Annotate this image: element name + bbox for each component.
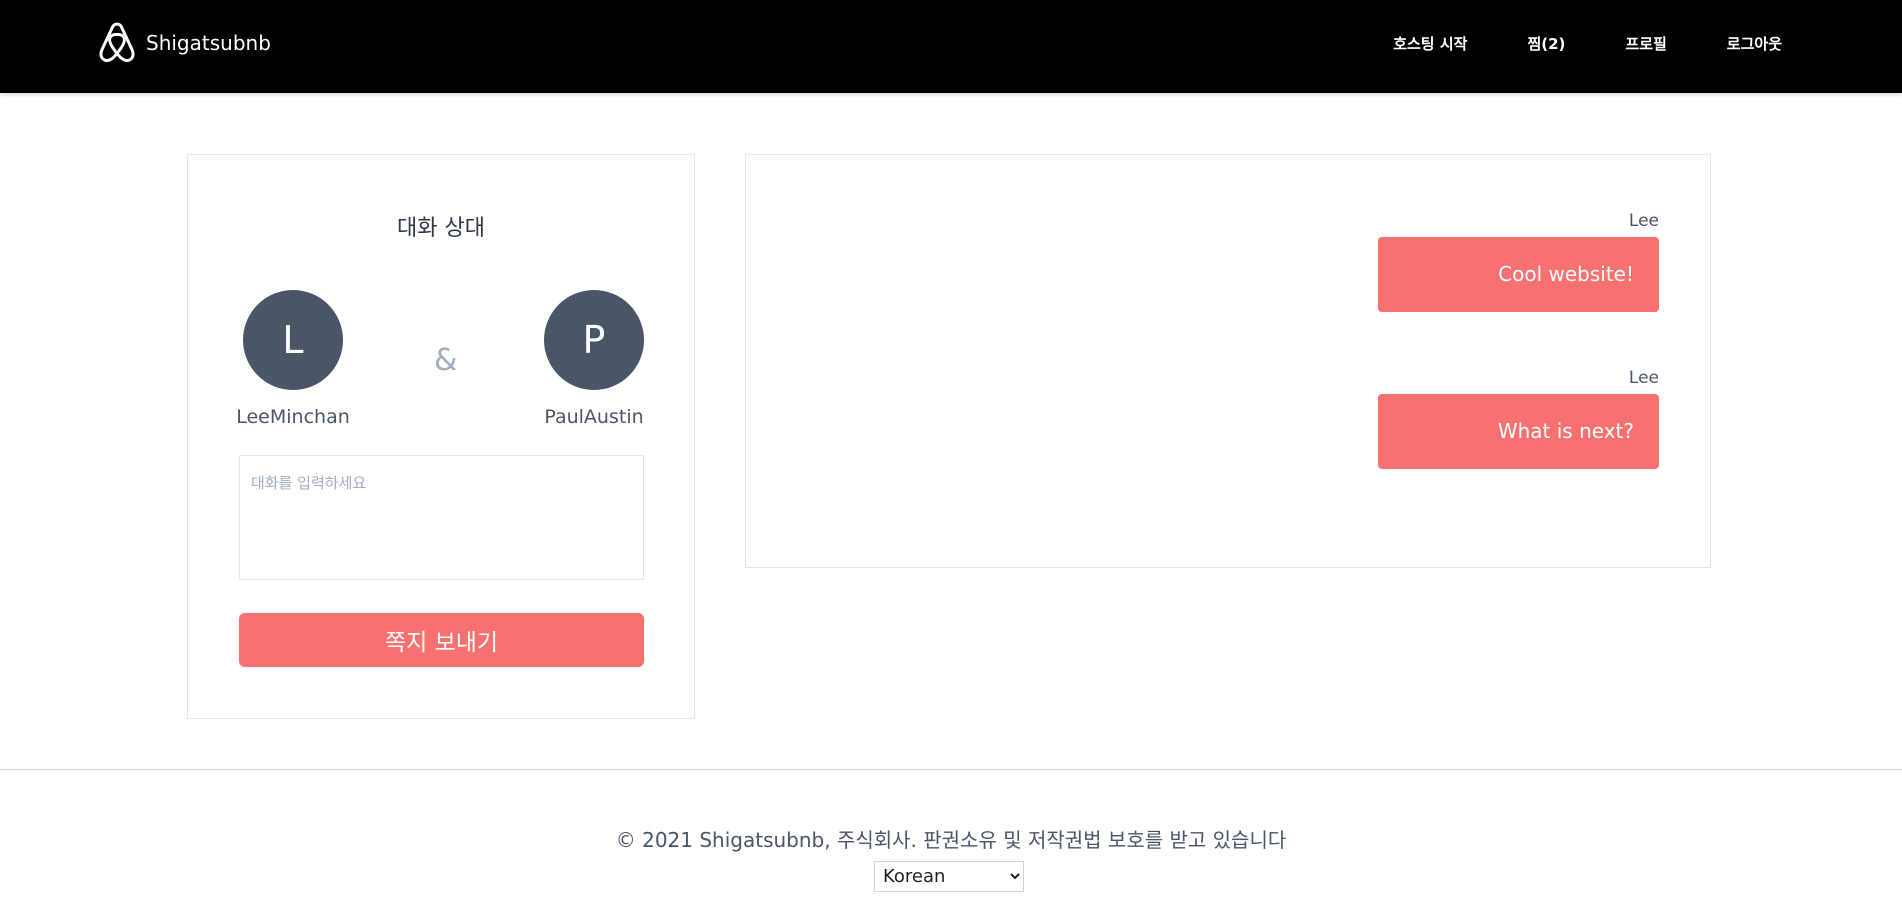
airbnb-logo-icon (99, 22, 135, 63)
language-select[interactable]: Korean (874, 861, 1024, 892)
message-input[interactable] (239, 455, 644, 580)
nav-favorites[interactable]: 찜(2) (1527, 33, 1565, 54)
footer-divider (0, 769, 1902, 770)
message-history: Lee Cool website! Lee What is next? (745, 154, 1711, 568)
message-author: Lee (1628, 368, 1659, 388)
message-bubble: Cool website! (1378, 237, 1659, 312)
nav-profile[interactable]: 프로필 (1625, 33, 1666, 54)
send-message-button[interactable]: 쪽지 보내기 (239, 613, 644, 667)
brand-name: Shigatsubnb (146, 31, 271, 55)
site-header: Shigatsubnb 호스팅 시작 찜(2) 프로필 로그아웃 (0, 0, 1902, 93)
participant-paul: P PaulAustin (534, 290, 654, 428)
nav-logout[interactable]: 로그아웃 (1727, 33, 1782, 54)
copyright-text: © 2021 Shigatsubnb, 주식회사. 판권소유 및 저작권법 보호… (615, 828, 1287, 852)
participant-name: LeeMinchan (236, 406, 350, 428)
message-author: Lee (1628, 211, 1659, 231)
message-item: Lee What is next? (1378, 368, 1659, 469)
participant-name: PaulAustin (544, 406, 644, 428)
participant-separator: & (434, 343, 458, 378)
message-bubble: What is next? (1378, 394, 1659, 469)
main-nav: 호스팅 시작 찜(2) 프로필 로그아웃 (1333, 0, 1782, 86)
conversation-title: 대화 상대 (397, 216, 485, 241)
participant-lee: L LeeMinchan (233, 290, 353, 428)
avatar: L (243, 290, 343, 390)
brand-home-link[interactable]: Shigatsubnb (97, 22, 271, 64)
avatar: P (544, 290, 644, 390)
nav-start-hosting[interactable]: 호스팅 시작 (1393, 33, 1467, 54)
conversation-panel: 대화 상대 L LeeMinchan & P PaulAustin 쪽지 보내기 (187, 154, 695, 719)
message-item: Lee Cool website! (1378, 211, 1659, 312)
